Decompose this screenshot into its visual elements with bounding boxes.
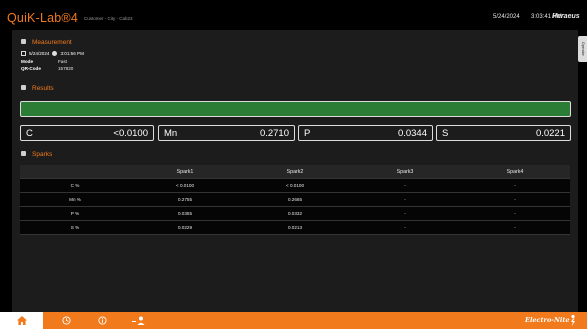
measurement-date: 5/24/2024 — [29, 51, 50, 56]
company-logo: Heraeus — [552, 13, 580, 20]
element-value: 0.0221 — [535, 127, 565, 139]
sparks-section-icon — [21, 150, 26, 156]
results-section-title: Results — [21, 84, 54, 92]
qr-code-value: 157820 — [58, 66, 74, 71]
mode-row: Mode Fast — [21, 59, 67, 64]
table-row: C % < 0.0100 < 0.0100- - — [20, 179, 570, 193]
home-icon — [16, 316, 27, 325]
result-status-bar — [20, 101, 571, 117]
results-section-icon — [21, 84, 26, 90]
element-box-p: P 0.0344 — [298, 125, 433, 141]
history-icon — [61, 316, 71, 325]
element-box-s: S 0.0221 — [436, 125, 571, 141]
home-button[interactable] — [0, 312, 43, 329]
measurement-time: 3:01:56 PM — [60, 51, 84, 56]
clock-icon — [52, 51, 58, 57]
location-subtitle: Customer - City - Cab23 — [84, 16, 133, 21]
table-row: Mn % 0.2755 0.2665- - — [20, 193, 570, 207]
table-header-row: Spark1 Spark2 Spark3 Spark4 — [20, 165, 570, 179]
current-date: 5/24/2024 — [493, 14, 520, 20]
electro-nite-logo: Electro-Nite — [525, 316, 570, 324]
element-box-c: C <0.0100 — [20, 125, 154, 141]
operator-side-tab[interactable]: Operator — [578, 36, 587, 62]
element-value: <0.0100 — [113, 127, 148, 139]
electro-nite-icon — [567, 314, 581, 328]
history-button[interactable] — [54, 312, 78, 329]
table-row: P % 0.0355 0.0332- - — [20, 207, 570, 221]
user-button[interactable] — [127, 312, 151, 329]
user-icon — [132, 316, 145, 325]
sparks-section-title: Sparks — [21, 150, 52, 158]
info-icon — [97, 316, 107, 325]
calendar-icon — [21, 51, 26, 57]
measurement-section-title: Measurement — [21, 38, 72, 46]
mode-value: Fast — [58, 59, 67, 64]
measurement-section-icon — [21, 38, 26, 44]
sparks-table: Spark1 Spark2 Spark3 Spark4 C % < 0.0100 <… — [20, 165, 570, 235]
app-title: QuiK-Lab®4 — [7, 11, 78, 25]
qr-code-row: QR-Code 157820 — [21, 66, 74, 71]
top-bar: QuiK-Lab®4 Customer - City - Cab23 5/24/… — [0, 0, 587, 30]
measurement-datetime: 5/24/2024 3:01:56 PM — [21, 51, 84, 57]
element-value: 0.0344 — [397, 127, 427, 139]
element-value: 0.2710 — [259, 127, 289, 139]
table-row: S % 0.0229 0.0213- - — [20, 221, 570, 235]
element-box-mn: Mn 0.2710 — [158, 125, 295, 141]
info-button[interactable] — [90, 312, 114, 329]
bottom-nav-bar: Electro-Nite — [0, 312, 587, 329]
